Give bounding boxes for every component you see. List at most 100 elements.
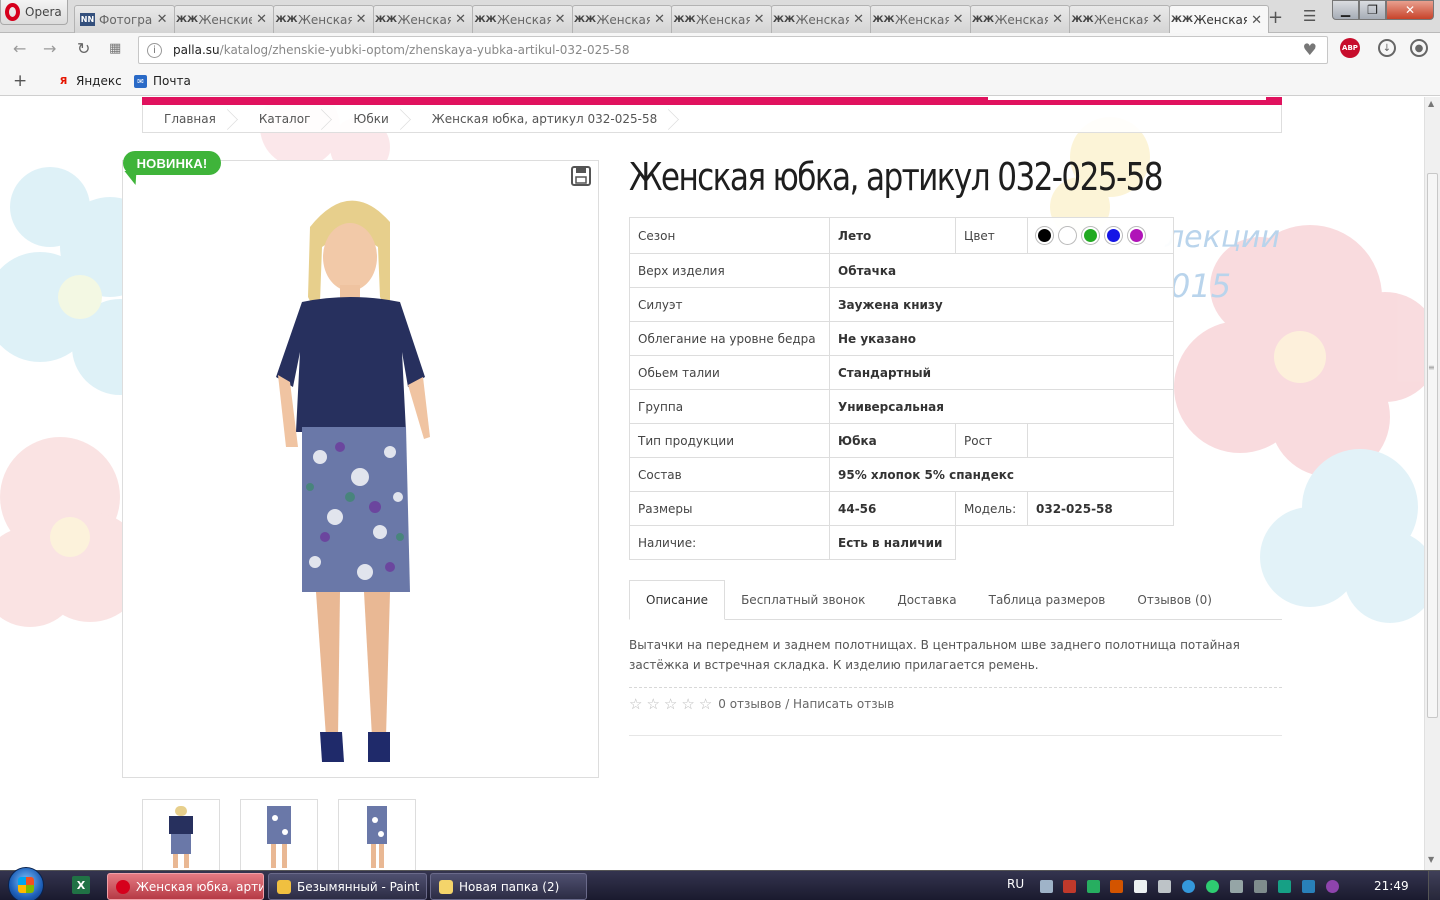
tab-reviews[interactable]: Отзывов (0) [1121,580,1228,619]
close-tab-icon[interactable]: ✕ [256,12,267,27]
breadcrumb-current[interactable]: Женская юбка, артикул 032-025-58 [411,105,679,133]
browser-tab[interactable]: ЖЖ Женские ✕ [173,5,274,33]
account-icon[interactable]: ● [1410,39,1428,57]
breadcrumb-catalog[interactable]: Каталог [238,105,333,133]
tray-notify-icon[interactable] [1302,880,1315,893]
star-icon[interactable]: ☆ [646,697,659,712]
close-tab-icon[interactable]: ✕ [754,12,765,27]
star-icon[interactable]: ☆ [664,697,677,712]
scroll-down-icon[interactable]: ▼ [1428,855,1434,864]
tab-menu-icon[interactable]: ☰ [1303,7,1316,25]
close-tab-icon[interactable]: ✕ [1251,13,1262,28]
browser-tab[interactable]: ЖЖ Женская ✕ [870,5,971,33]
opera-menu-button[interactable]: Opera [0,0,68,25]
product-photo[interactable] [240,177,480,777]
tab-delivery[interactable]: Доставка [881,580,972,619]
browser-tab[interactable]: ЖЖ Женская ✕ [671,5,772,33]
taskbar-clock[interactable]: 21:49 [1374,879,1409,893]
vertical-scrollbar[interactable]: ▲ ≡ ▼ [1424,97,1440,870]
browser-tab[interactable]: ЖЖ Женская ✕ [472,5,573,33]
color-swatch[interactable] [1105,227,1122,244]
close-tab-icon[interactable]: ✕ [455,12,466,27]
close-tab-icon[interactable]: ✕ [1152,12,1163,27]
start-button[interactable] [8,867,44,900]
breadcrumb-skirts[interactable]: Юбки [332,105,410,133]
table-row: Силуэт Заужена книзу [629,287,1174,322]
back-icon[interactable]: ← [13,39,26,58]
adblock-label: ABP [1342,44,1358,52]
close-tab-icon[interactable]: ✕ [853,12,864,27]
bookmark-heart-icon[interactable]: ♥ [1303,40,1317,59]
browser-tab[interactable]: ЖЖ Женская ✕ [969,5,1070,33]
show-desktop-button[interactable] [1428,871,1440,900]
star-icon[interactable]: ☆ [699,697,712,712]
language-indicator[interactable]: RU [1007,877,1024,891]
color-swatch[interactable] [1059,227,1076,244]
thumbnail-1[interactable] [142,799,220,870]
color-swatch[interactable] [1128,227,1145,244]
close-tab-icon[interactable]: ✕ [953,12,964,27]
close-tab-icon[interactable]: ✕ [1052,12,1063,27]
browser-tab[interactable]: NN Фотогра ✕ [74,5,175,33]
add-bookmark-icon[interactable]: + [13,71,27,91]
window-close-button[interactable]: ✕ [1386,0,1434,20]
close-tab-icon[interactable]: ✕ [356,12,367,27]
browser-tab[interactable]: ЖЖ Женская ✕ [571,5,672,33]
color-swatch[interactable] [1036,227,1053,244]
adblock-icon[interactable]: ABP [1340,38,1360,58]
window-restore-button[interactable]: ❐ [1359,0,1386,20]
thumbnail-2[interactable] [240,799,318,870]
tray-volume-icon[interactable] [1230,880,1243,893]
star-icon[interactable]: ☆ [681,697,694,712]
browser-tab[interactable]: ЖЖ Женская ✕ [1069,5,1170,33]
speed-dial-icon[interactable]: ▦ [109,41,121,56]
tray-shield-icon[interactable] [1087,880,1100,893]
tray-network-icon[interactable] [1254,880,1267,893]
color-swatch[interactable] [1082,227,1099,244]
tray-update-icon[interactable] [1206,880,1219,893]
reload-icon[interactable]: ↻ [77,39,90,58]
tray-monitor-icon[interactable] [1040,880,1053,893]
downloads-icon[interactable]: ↓ [1378,39,1396,57]
tab-description[interactable]: Описание [629,580,726,620]
forward-icon[interactable]: → [43,39,56,58]
save-icon[interactable] [571,166,591,186]
spec-label: Наличие: [629,525,830,560]
thumbnail-3[interactable] [338,799,416,870]
tray-globe-icon[interactable] [1326,880,1339,893]
browser-tab[interactable]: ЖЖ Женская ✕ [273,5,374,33]
window-minimize-button[interactable]: ▁ [1332,0,1359,20]
bookmark-mail[interactable]: ✉ Почта [134,74,191,88]
taskbar-item-paint[interactable]: Безымянный - Paint [268,873,427,900]
palla-icon: ЖЖ [872,14,895,25]
reviews-link[interactable]: 0 отзывов / Написать отзыв [718,697,894,711]
tray-g-icon[interactable] [1182,880,1195,893]
browser-tab[interactable]: ЖЖ Женская ✕ [372,5,473,33]
close-tab-icon[interactable]: ✕ [157,12,168,27]
tray-flag-icon[interactable] [1110,880,1123,893]
tray-signal-icon[interactable] [1158,880,1171,893]
scrollbar-thumb[interactable] [1427,173,1438,718]
rating-stars: ☆ ☆ ☆ ☆ ☆ [629,697,712,712]
star-icon[interactable]: ☆ [629,697,642,712]
close-tab-icon[interactable]: ✕ [654,12,665,27]
tab-size-chart[interactable]: Таблица размеров [973,580,1122,619]
url-field[interactable]: i palla.su/katalog/zhenskie-yubki-optom/… [138,36,1328,64]
new-tab-icon[interactable]: + [1268,7,1283,28]
breadcrumb-home[interactable]: Главная [143,105,238,133]
taskbar-item-folder[interactable]: Новая папка (2) [430,873,587,900]
close-tab-icon[interactable]: ✕ [555,12,566,27]
scroll-up-icon[interactable]: ▲ [1428,99,1434,108]
browser-tab[interactable]: ЖЖ Женская ✕ [1168,5,1269,34]
url-path: /katalog/zhenskie-yubki-optom/zhenskaya-… [219,43,630,57]
browser-tab[interactable]: ЖЖ Женская ✕ [770,5,871,33]
taskbar-item-opera[interactable]: Женская юбка, арти... [107,873,264,900]
bookmark-yandex[interactable]: Я Яндекс [57,74,122,88]
site-info-icon[interactable]: i [147,42,162,58]
tab-free-call[interactable]: Бесплатный звонок [725,580,881,619]
page-title: Женская юбка, артикул 032-025-58 [629,155,1164,199]
tray-device-icon[interactable] [1134,880,1147,893]
excel-pinned-icon[interactable]: X [72,876,90,894]
tray-chat-icon[interactable] [1278,880,1291,893]
tray-app-icon[interactable] [1063,880,1076,893]
